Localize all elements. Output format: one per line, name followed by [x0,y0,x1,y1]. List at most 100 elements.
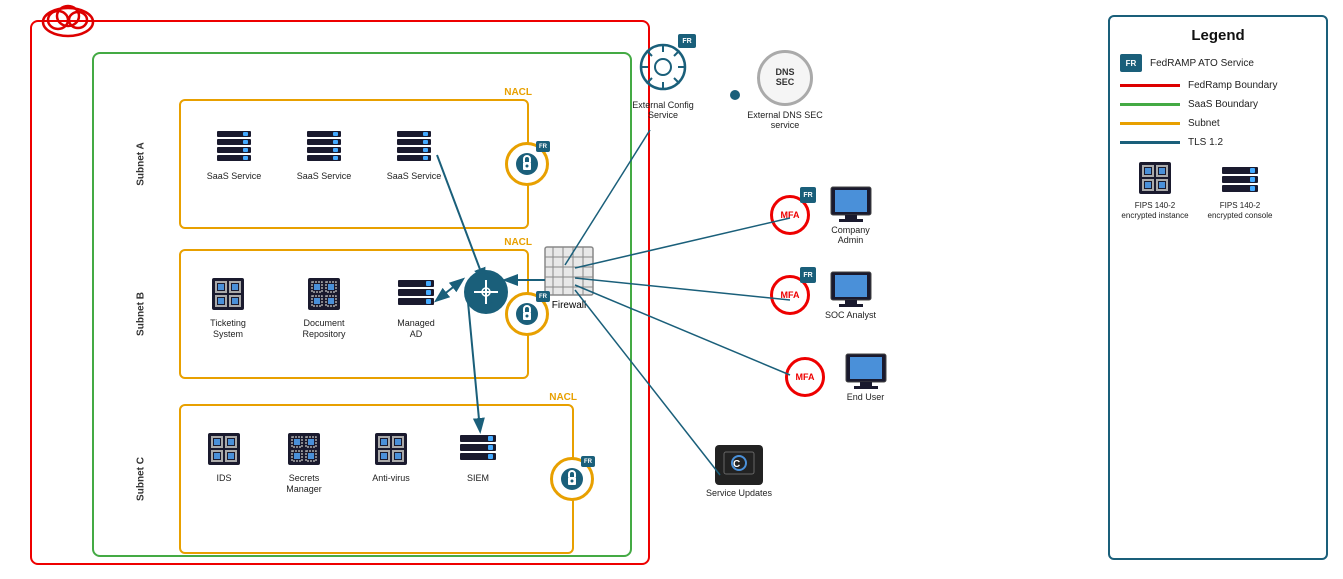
service-updates-label: Service Updates [706,488,772,498]
dns-sec-icon: DNSSEC [757,50,813,106]
subnet-c-label: Subnet C [135,457,146,501]
managed-ad: ManagedAD [381,273,451,340]
legend-saas-boundary-row: SaaS Boundary [1120,99,1316,110]
legend-fedramp-boundary-label: FedRamp Boundary [1188,80,1278,91]
saas-service-1-label: SaaS Service [207,171,262,182]
mfa-2-text: MFA [781,290,800,300]
doc-repo-icon [303,273,345,315]
ext-config-label: External Config Service [618,100,708,120]
legend-fips-instance: FIPS 140-2 encrypted instance [1120,158,1190,220]
legend-fips-row: FIPS 140-2 encrypted instance FIPS 140-2… [1120,158,1316,220]
saas-service-2-label: SaaS Service [297,171,352,182]
nacl-b-fr-badge: FR [536,291,550,302]
ext-config-fr-badge: FR [678,34,696,48]
subnet-b-box: Subnet B NACL [179,249,529,379]
ticketing-icon [207,273,249,315]
legend-fedramp-badge: FR [1120,54,1142,72]
company-admin-label: Company Admin [818,225,883,245]
mfa-badge-3-wrap: MFA [785,357,825,397]
ext-config-icon-wrap: FR [638,42,688,97]
nacl-c-fr-badge: FR [581,456,595,467]
antivirus-label: Anti-virus [372,473,410,484]
firewall-label: Firewall [552,300,586,311]
mfa-1-fr-badge: FR [800,187,816,203]
mfa-badge-3: MFA [785,357,825,397]
siem-icon [457,428,499,470]
mfa-2-fr-badge: FR [800,267,816,283]
legend-fips-console-label: FIPS 140-2 encrypted console [1205,201,1275,220]
ids-service: IDS [189,428,259,484]
mfa-1-text: MFA [781,210,800,220]
antivirus: Anti-virus [356,428,426,484]
ticketing-label: TicketingSystem [210,318,246,340]
managed-ad-icon [395,273,437,315]
firewall: Firewall [543,245,595,311]
legend-box: Legend FR FedRAMP ATO Service FedRamp Bo… [1108,15,1328,560]
subnet-b-label: Subnet B [135,292,146,336]
legend-title: Legend [1120,27,1316,44]
nacl-a-fr-badge: FR [536,141,550,152]
saas-service-2-icon [303,126,345,168]
managed-ad-label: ManagedAD [397,318,435,340]
service-updates: C Service Updates [706,445,772,498]
secrets-manager-icon [283,428,325,470]
nacl-c-icon: FR [550,457,594,501]
mfa-3-text: MFA [796,372,815,382]
legend-tls-line [1120,141,1180,144]
main-container: Subnet A NACL [0,0,1343,579]
legend-fips-console-icon [1220,162,1260,198]
legend-tls-row: TLS 1.2 [1120,137,1316,148]
saas-service-3-icon [393,126,435,168]
subnet-a-label: Subnet A [135,142,146,186]
legend-fips-instance-icon [1135,158,1175,198]
legend-fedramp-line [1120,84,1180,87]
ext-config-service: FR External Config Service [618,42,708,120]
saas-service-2: SaaS Service [289,126,359,182]
nacl-a-icon: FR [505,142,549,186]
doc-repo-label: DocumentRepository [302,318,345,340]
soc-analyst-user: SOC Analyst [818,270,883,320]
saas-service-1: SaaS Service [199,126,269,182]
end-user-label: End User [847,392,885,402]
soc-analyst-monitor-icon [827,270,875,310]
soc-analyst-row: MFA FR SOC Analyst [770,270,883,320]
legend-fedramp-row: FR FedRAMP ATO Service [1120,54,1316,72]
dns-text: DNSSEC [775,68,794,88]
ext-config-icon [638,42,688,92]
dns-sec-label: External DNS SEC service [745,110,825,130]
siem-label: SIEM [467,473,489,484]
end-user-row: MFA End User [785,352,898,402]
secrets-manager: SecretsManager [269,428,339,495]
mfa-badge-1-wrap: MFA FR [770,195,810,235]
subnet-c-box: Subnet C NACL [179,404,574,554]
end-user-user: End User [833,352,898,402]
nacl-a-label: NACL [504,87,532,98]
legend-fedramp-boundary-row: FedRamp Boundary [1120,80,1316,91]
nacl-c-label: NACL [549,392,577,403]
cloud-icon [40,0,95,38]
end-user-monitor-icon [842,352,890,392]
svg-text:C: C [733,459,740,470]
ids-label: IDS [216,473,231,484]
ids-icon [203,428,245,470]
nacl-b-label: NACL [504,237,532,248]
legend-saas-boundary-label: SaaS Boundary [1188,99,1258,110]
secrets-manager-label: SecretsManager [286,473,322,495]
mfa-badge-2-wrap: MFA FR [770,275,810,315]
service-updates-icon: C [715,445,763,485]
siem: SIEM [443,428,513,484]
legend-saas-line [1120,103,1180,106]
document-repository: DocumentRepository [289,273,359,340]
legend-subnet-line [1120,122,1180,125]
router-icon [464,270,508,314]
saas-service-3: SaaS Service [379,126,449,182]
company-admin-monitor-icon [827,185,875,225]
soc-analyst-label: SOC Analyst [825,310,876,320]
legend-tls-label: TLS 1.2 [1188,137,1223,148]
legend-subnet-row: Subnet [1120,118,1316,129]
company-admin-row: MFA FR Company Admin [770,185,883,245]
nacl-b-icon: FR [505,292,549,336]
saas-service-3-label: SaaS Service [387,171,442,182]
saas-service-1-icon [213,126,255,168]
legend-fips-instance-label: FIPS 140-2 encrypted instance [1120,201,1190,220]
